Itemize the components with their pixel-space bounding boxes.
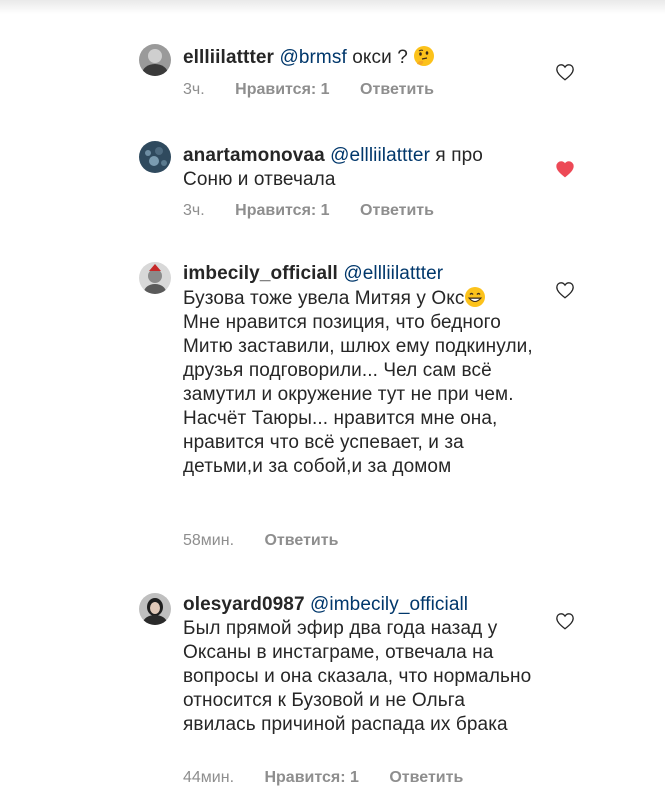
comment-meta: 3ч. Нравится: 1 Ответить: [183, 202, 434, 220]
comment-text: anartamonovaa @ellliilattter я про Соню …: [183, 144, 535, 192]
comment-body: окси ?: [352, 47, 408, 68]
timestamp: 3ч.: [183, 81, 205, 98]
comment-body: Был прямой эфир два года назад у Оксаны …: [183, 618, 532, 735]
comment-meta: 44мин. Нравится: 1 Ответить: [183, 769, 463, 787]
reply-button[interactable]: Ответить: [360, 81, 434, 99]
timestamp: 3ч.: [183, 202, 205, 219]
likes-count-button[interactable]: Нравится: 1: [264, 769, 358, 787]
avatar[interactable]: [139, 593, 171, 625]
like-heart-filled-icon[interactable]: [555, 160, 575, 178]
grinning-face-emoji-icon: [464, 286, 486, 308]
likes-count-button[interactable]: Нравится: 1: [235, 81, 329, 99]
comment-body-continued: Мне нравится позиция, что бедного Митю з…: [183, 312, 533, 477]
username[interactable]: imbecily_officiall: [183, 263, 338, 284]
mention-link[interactable]: @brmsf: [279, 47, 346, 68]
mention-link[interactable]: @imbecily_officiall: [310, 594, 468, 615]
avatar[interactable]: [139, 262, 171, 294]
comment-meta: 3ч. Нравится: 1 Ответить: [183, 81, 434, 99]
username[interactable]: olesyard0987: [183, 594, 305, 615]
likes-count-button[interactable]: Нравится: 1: [235, 202, 329, 220]
timestamp: 58мин.: [183, 532, 235, 549]
like-heart-icon[interactable]: [555, 612, 575, 630]
comment-text: olesyard0987 @imbecily_officiall Был пря…: [183, 593, 535, 737]
reply-button[interactable]: Ответить: [360, 202, 434, 220]
like-heart-icon[interactable]: [555, 281, 575, 299]
reply-button[interactable]: Ответить: [389, 769, 463, 787]
reply-button[interactable]: Ответить: [264, 532, 338, 550]
top-edge-shadow: [0, 0, 665, 14]
comment-text: ellliilattter @brmsf окси ?: [183, 45, 535, 70]
username[interactable]: ellliilattter: [183, 47, 274, 68]
avatar[interactable]: [139, 141, 171, 173]
comment-text: imbecily_officiall @ellliilattter Бузова…: [183, 262, 535, 479]
timestamp: 44мин.: [183, 769, 235, 786]
username[interactable]: anartamonovaa: [183, 145, 325, 166]
like-heart-icon[interactable]: [555, 63, 575, 81]
avatar[interactable]: [139, 44, 171, 76]
mention-link[interactable]: @ellliilattter: [330, 145, 430, 166]
thinking-face-emoji-icon: [413, 45, 435, 67]
comment-body: Бузова тоже увела Митяя у Окс: [183, 288, 465, 309]
mention-link[interactable]: @ellliilattter: [343, 263, 443, 284]
comment-meta: 58мин. Ответить: [183, 532, 338, 550]
